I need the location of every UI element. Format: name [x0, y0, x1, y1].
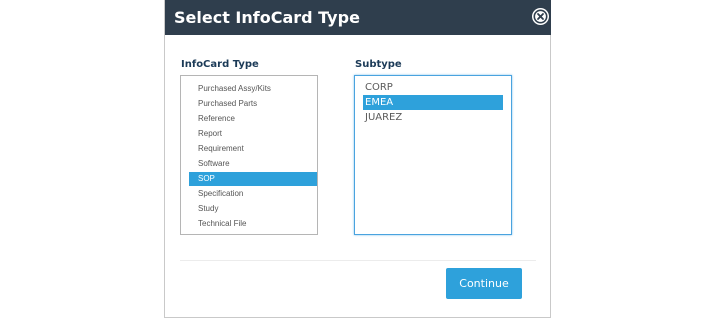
- type-option-specification[interactable]: Specification: [189, 187, 317, 201]
- subtype-label: Subtype: [355, 59, 402, 70]
- dialog-header: Select InfoCard Type: [165, 0, 551, 35]
- type-option-study[interactable]: Study: [189, 202, 317, 216]
- close-circle-icon: [533, 9, 548, 24]
- type-option-technical-file[interactable]: Technical File: [189, 217, 317, 231]
- type-option-requirement[interactable]: Requirement: [189, 142, 317, 156]
- dialog-title: Select InfoCard Type: [174, 8, 360, 27]
- subtype-option-juarez[interactable]: JUAREZ: [363, 110, 503, 125]
- type-option-software[interactable]: Software: [189, 157, 317, 171]
- type-option-purchased-assy-kits[interactable]: Purchased Assy/Kits: [189, 82, 317, 96]
- continue-button[interactable]: Continue: [446, 268, 522, 299]
- type-option-sop[interactable]: SOP: [189, 172, 317, 186]
- subtype-listbox[interactable]: CORP EMEA JUAREZ: [354, 75, 512, 235]
- type-option-purchased-parts[interactable]: Purchased Parts: [189, 97, 317, 111]
- type-option-reference[interactable]: Reference: [189, 112, 317, 126]
- subtype-option-emea[interactable]: EMEA: [363, 95, 503, 110]
- type-option-report[interactable]: Report: [189, 127, 317, 141]
- infocard-type-listbox[interactable]: Purchased Assy/Kits Purchased Parts Refe…: [180, 75, 318, 235]
- close-button[interactable]: [532, 8, 549, 25]
- select-infocard-type-dialog: Select InfoCard Type InfoCard Type Subty…: [164, 0, 551, 318]
- footer-divider: [180, 260, 536, 261]
- subtype-option-corp[interactable]: CORP: [363, 80, 503, 95]
- infocard-type-label: InfoCard Type: [181, 59, 259, 70]
